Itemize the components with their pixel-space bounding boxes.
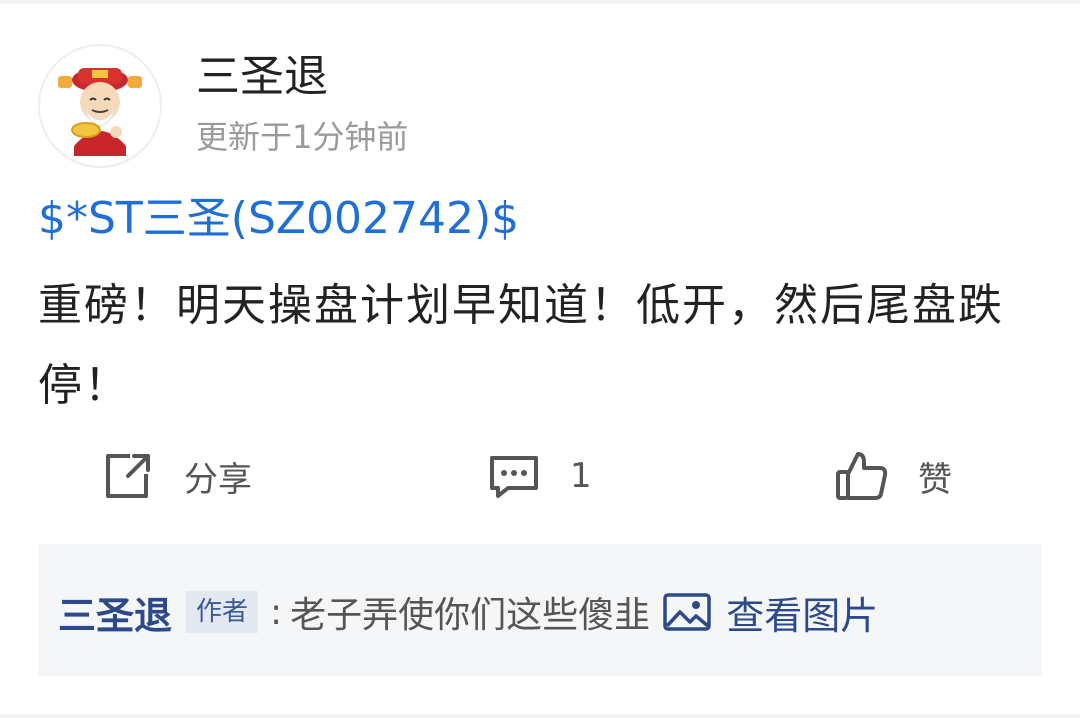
view-image-label: 查看图片 xyxy=(726,593,879,638)
comment-count: 1 xyxy=(570,456,592,496)
comment-text: 老子弄使你们这些傻韭 xyxy=(290,595,651,636)
author-name[interactable]: 三圣退 xyxy=(196,50,328,104)
top-divider xyxy=(0,0,1080,4)
comment-row: 三圣退 作者 : 老子弄使你们这些傻韭 查看图片 xyxy=(58,586,878,638)
like-label: 赞 xyxy=(918,459,952,500)
avatar[interactable] xyxy=(38,44,162,168)
thumbs-up-icon xyxy=(836,452,888,500)
post-body-text: 重磅！明天操盘计划早知道！低开，然后尾盘跌停！ xyxy=(38,280,1004,411)
image-icon xyxy=(663,593,711,631)
stock-tag-link[interactable]: $*ST三圣(SZ002742)$ xyxy=(38,190,519,248)
comment-preview[interactable]: 三圣退 作者 : 老子弄使你们这些傻韭 查看图片 xyxy=(38,544,1042,676)
bottom-divider xyxy=(0,714,1080,718)
comment-button[interactable]: 1 xyxy=(486,446,592,506)
share-button[interactable]: 分享 xyxy=(100,446,252,506)
post-card: 三圣退 更新于1分钟前 $*ST三圣(SZ002742)$ 重磅！明天操盘计划早… xyxy=(0,0,1080,718)
share-label: 分享 xyxy=(184,459,252,500)
updated-time: 更新于1分钟前 xyxy=(196,118,409,156)
like-button[interactable]: 赞 xyxy=(834,446,952,506)
comment-separator: : xyxy=(270,591,283,633)
author-badge: 作者 xyxy=(186,591,259,633)
view-image-link[interactable]: 查看图片 xyxy=(662,585,878,640)
share-icon xyxy=(106,454,150,498)
comment-author[interactable]: 三圣退 xyxy=(58,585,172,640)
comment-icon xyxy=(490,456,538,498)
avatar-illustration xyxy=(58,68,142,156)
